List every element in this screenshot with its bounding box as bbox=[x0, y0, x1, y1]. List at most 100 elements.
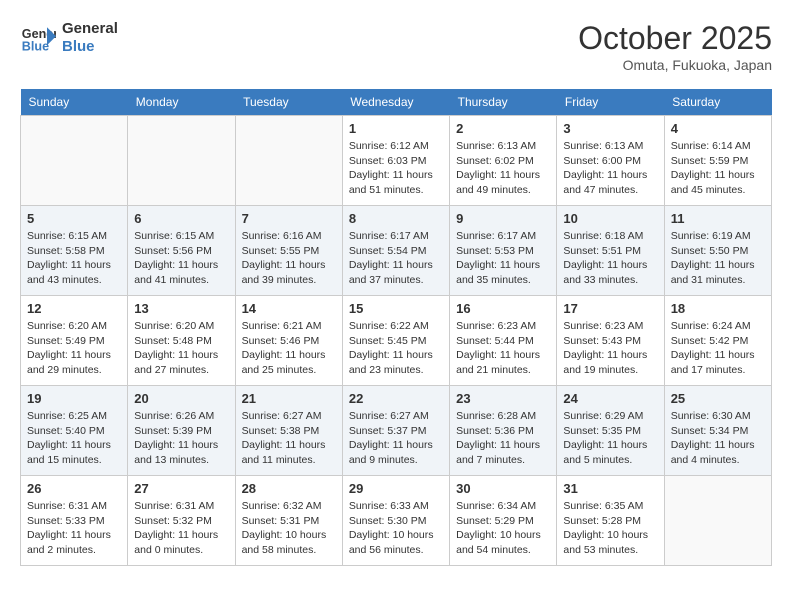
cell-content: Sunrise: 6:17 AMSunset: 5:53 PMDaylight:… bbox=[456, 229, 550, 288]
calendar-cell: 9 Sunrise: 6:17 AMSunset: 5:53 PMDaylight… bbox=[450, 206, 557, 296]
cell-content: Sunrise: 6:23 AMSunset: 5:43 PMDaylight:… bbox=[563, 319, 657, 378]
cell-content: Sunrise: 6:18 AMSunset: 5:51 PMDaylight:… bbox=[563, 229, 657, 288]
cell-content: Sunrise: 6:27 AMSunset: 5:38 PMDaylight:… bbox=[242, 409, 336, 468]
weekday-header-tuesday: Tuesday bbox=[235, 89, 342, 116]
day-number: 25 bbox=[671, 391, 765, 406]
calendar-cell: 1 Sunrise: 6:12 AMSunset: 6:03 PMDaylight… bbox=[342, 116, 449, 206]
cell-content: Sunrise: 6:25 AMSunset: 5:40 PMDaylight:… bbox=[27, 409, 121, 468]
cell-content: Sunrise: 6:31 AMSunset: 5:32 PMDaylight:… bbox=[134, 499, 228, 558]
logo: General Blue General Blue bbox=[20, 20, 118, 56]
day-number: 13 bbox=[134, 301, 228, 316]
day-number: 3 bbox=[563, 121, 657, 136]
calendar-cell: 8 Sunrise: 6:17 AMSunset: 5:54 PMDaylight… bbox=[342, 206, 449, 296]
day-number: 11 bbox=[671, 211, 765, 226]
day-number: 9 bbox=[456, 211, 550, 226]
calendar-cell bbox=[128, 116, 235, 206]
logo-line1: General bbox=[62, 20, 118, 38]
day-number: 23 bbox=[456, 391, 550, 406]
cell-content: Sunrise: 6:28 AMSunset: 5:36 PMDaylight:… bbox=[456, 409, 550, 468]
calendar-cell: 10 Sunrise: 6:18 AMSunset: 5:51 PMDayligh… bbox=[557, 206, 664, 296]
weekday-header-saturday: Saturday bbox=[664, 89, 771, 116]
calendar-cell: 7 Sunrise: 6:16 AMSunset: 5:55 PMDaylight… bbox=[235, 206, 342, 296]
day-number: 16 bbox=[456, 301, 550, 316]
calendar-cell: 11 Sunrise: 6:19 AMSunset: 5:50 PMDayligh… bbox=[664, 206, 771, 296]
day-number: 30 bbox=[456, 481, 550, 496]
logo-icon: General Blue bbox=[20, 20, 56, 56]
day-number: 2 bbox=[456, 121, 550, 136]
cell-content: Sunrise: 6:12 AMSunset: 6:03 PMDaylight:… bbox=[349, 139, 443, 198]
calendar-cell: 26Sunrise: 6:31 AMSunset: 5:33 PMDayligh… bbox=[21, 476, 128, 566]
calendar-cell: 3 Sunrise: 6:13 AMSunset: 6:00 PMDaylight… bbox=[557, 116, 664, 206]
calendar-cell: 2 Sunrise: 6:13 AMSunset: 6:02 PMDaylight… bbox=[450, 116, 557, 206]
calendar-cell bbox=[235, 116, 342, 206]
calendar-cell: 16Sunrise: 6:23 AMSunset: 5:44 PMDayligh… bbox=[450, 296, 557, 386]
weekday-header-monday: Monday bbox=[128, 89, 235, 116]
day-number: 20 bbox=[134, 391, 228, 406]
calendar-cell bbox=[664, 476, 771, 566]
day-number: 14 bbox=[242, 301, 336, 316]
month-title: October 2025 bbox=[578, 20, 772, 57]
cell-content: Sunrise: 6:13 AMSunset: 6:00 PMDaylight:… bbox=[563, 139, 657, 198]
day-number: 17 bbox=[563, 301, 657, 316]
day-number: 22 bbox=[349, 391, 443, 406]
day-number: 21 bbox=[242, 391, 336, 406]
cell-content: Sunrise: 6:19 AMSunset: 5:50 PMDaylight:… bbox=[671, 229, 765, 288]
calendar-cell: 29 Sunrise: 6:33 AMSunset: 5:30 PMDayligh… bbox=[342, 476, 449, 566]
day-number: 27 bbox=[134, 481, 228, 496]
calendar-table: SundayMondayTuesdayWednesdayThursdayFrid… bbox=[20, 89, 772, 566]
day-number: 12 bbox=[27, 301, 121, 316]
calendar-cell: 17 Sunrise: 6:23 AMSunset: 5:43 PMDayligh… bbox=[557, 296, 664, 386]
location-subtitle: Omuta, Fukuoka, Japan bbox=[578, 57, 772, 73]
cell-content: Sunrise: 6:15 AMSunset: 5:58 PMDaylight:… bbox=[27, 229, 121, 288]
calendar-cell bbox=[21, 116, 128, 206]
cell-content: Sunrise: 6:27 AMSunset: 5:37 PMDaylight:… bbox=[349, 409, 443, 468]
calendar-cell: 18 Sunrise: 6:24 AMSunset: 5:42 PMDayligh… bbox=[664, 296, 771, 386]
calendar-cell: 31 Sunrise: 6:35 AMSunset: 5:28 PMDayligh… bbox=[557, 476, 664, 566]
cell-content: Sunrise: 6:33 AMSunset: 5:30 PMDaylight:… bbox=[349, 499, 443, 558]
cell-content: Sunrise: 6:34 AMSunset: 5:29 PMDaylight:… bbox=[456, 499, 550, 558]
calendar-header: SundayMondayTuesdayWednesdayThursdayFrid… bbox=[21, 89, 772, 116]
calendar-cell: 27 Sunrise: 6:31 AMSunset: 5:32 PMDayligh… bbox=[128, 476, 235, 566]
calendar-cell: 12 Sunrise: 6:20 AMSunset: 5:49 PMDayligh… bbox=[21, 296, 128, 386]
day-number: 24 bbox=[563, 391, 657, 406]
day-number: 5 bbox=[27, 211, 121, 226]
calendar-cell: 13 Sunrise: 6:20 AMSunset: 5:48 PMDayligh… bbox=[128, 296, 235, 386]
day-number: 7 bbox=[242, 211, 336, 226]
calendar-cell: 6 Sunrise: 6:15 AMSunset: 5:56 PMDaylight… bbox=[128, 206, 235, 296]
weekday-header-sunday: Sunday bbox=[21, 89, 128, 116]
cell-content: Sunrise: 6:15 AMSunset: 5:56 PMDaylight:… bbox=[134, 229, 228, 288]
cell-content: Sunrise: 6:26 AMSunset: 5:39 PMDaylight:… bbox=[134, 409, 228, 468]
calendar-cell: 4Sunrise: 6:14 AMSunset: 5:59 PMDaylight… bbox=[664, 116, 771, 206]
cell-content: Sunrise: 6:35 AMSunset: 5:28 PMDaylight:… bbox=[563, 499, 657, 558]
day-number: 8 bbox=[349, 211, 443, 226]
cell-content: Sunrise: 6:30 AMSunset: 5:34 PMDaylight:… bbox=[671, 409, 765, 468]
day-number: 31 bbox=[563, 481, 657, 496]
calendar-cell: 23 Sunrise: 6:28 AMSunset: 5:36 PMDayligh… bbox=[450, 386, 557, 476]
day-number: 1 bbox=[349, 121, 443, 136]
day-number: 10 bbox=[563, 211, 657, 226]
day-number: 18 bbox=[671, 301, 765, 316]
day-number: 28 bbox=[242, 481, 336, 496]
cell-content: Sunrise: 6:32 AMSunset: 5:31 PMDaylight:… bbox=[242, 499, 336, 558]
cell-content: Sunrise: 6:21 AMSunset: 5:46 PMDaylight:… bbox=[242, 319, 336, 378]
calendar-cell: 30 Sunrise: 6:34 AMSunset: 5:29 PMDayligh… bbox=[450, 476, 557, 566]
svg-text:Blue: Blue bbox=[22, 40, 49, 54]
day-number: 29 bbox=[349, 481, 443, 496]
page-header: General Blue General Blue October 2025 O… bbox=[20, 20, 772, 73]
cell-content: Sunrise: 6:31 AMSunset: 5:33 PMDaylight:… bbox=[27, 499, 121, 558]
calendar-cell: 25 Sunrise: 6:30 AMSunset: 5:34 PMDayligh… bbox=[664, 386, 771, 476]
day-number: 15 bbox=[349, 301, 443, 316]
calendar-cell: 28 Sunrise: 6:32 AMSunset: 5:31 PMDayligh… bbox=[235, 476, 342, 566]
cell-content: Sunrise: 6:20 AMSunset: 5:48 PMDaylight:… bbox=[134, 319, 228, 378]
logo-line2: Blue bbox=[62, 38, 118, 56]
cell-content: Sunrise: 6:13 AMSunset: 6:02 PMDaylight:… bbox=[456, 139, 550, 198]
cell-content: Sunrise: 6:20 AMSunset: 5:49 PMDaylight:… bbox=[27, 319, 121, 378]
day-number: 6 bbox=[134, 211, 228, 226]
cell-content: Sunrise: 6:24 AMSunset: 5:42 PMDaylight:… bbox=[671, 319, 765, 378]
cell-content: Sunrise: 6:17 AMSunset: 5:54 PMDaylight:… bbox=[349, 229, 443, 288]
cell-content: Sunrise: 6:16 AMSunset: 5:55 PMDaylight:… bbox=[242, 229, 336, 288]
calendar-cell: 5 Sunrise: 6:15 AMSunset: 5:58 PMDaylight… bbox=[21, 206, 128, 296]
cell-content: Sunrise: 6:22 AMSunset: 5:45 PMDaylight:… bbox=[349, 319, 443, 378]
weekday-header-friday: Friday bbox=[557, 89, 664, 116]
day-number: 4 bbox=[671, 121, 765, 136]
